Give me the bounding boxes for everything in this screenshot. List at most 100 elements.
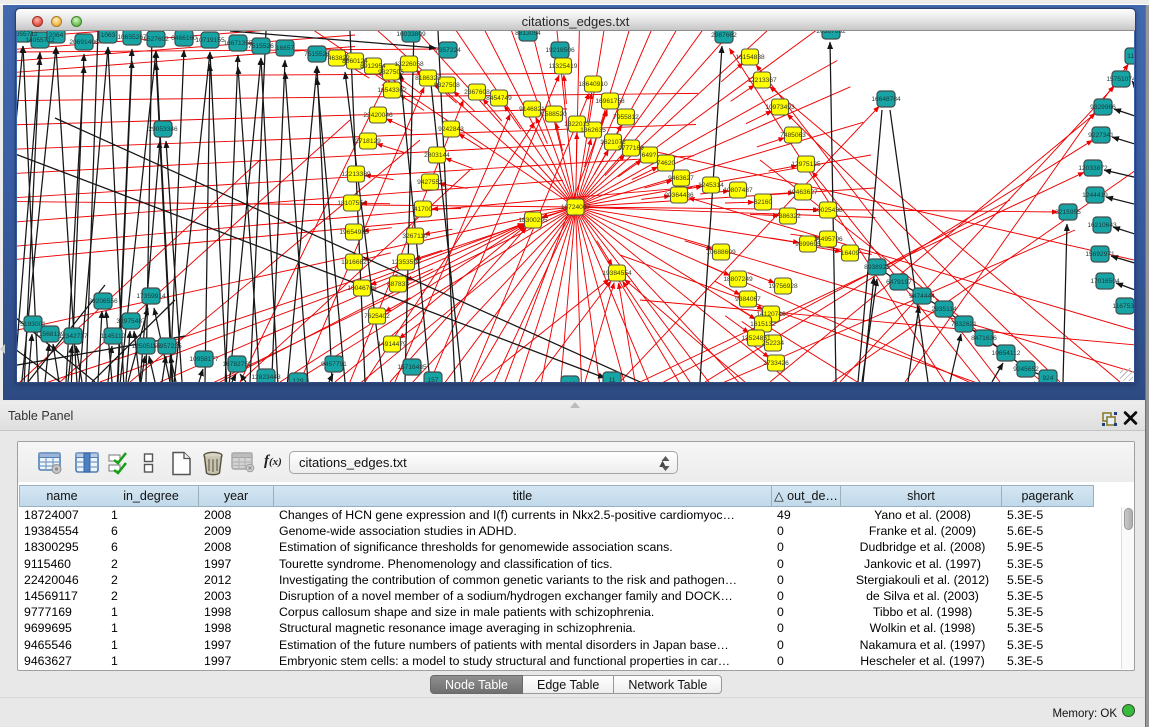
svg-text:16782759: 16782759 (222, 361, 252, 368)
svg-text:9427552: 9427552 (417, 179, 443, 186)
svg-text:16648784: 16648784 (871, 96, 901, 103)
svg-text:252234: 252234 (762, 340, 784, 347)
svg-text:1245314: 1245314 (698, 182, 724, 189)
svg-text:12342737: 12342737 (58, 333, 88, 340)
svg-text:10025438: 10025438 (813, 207, 843, 214)
svg-text:12975125: 12975125 (791, 161, 821, 168)
svg-text:18807249: 18807249 (723, 276, 753, 283)
svg-text:10688609: 10688609 (706, 249, 736, 256)
svg-text:15692971: 15692971 (1085, 251, 1115, 258)
svg-text:2935114: 2935114 (931, 306, 957, 313)
svg-text:9245652: 9245652 (1013, 366, 1039, 373)
svg-text:9474444: 9474444 (909, 293, 935, 300)
svg-text:12823443: 12823443 (251, 374, 281, 381)
svg-text:7832621: 7832621 (951, 321, 977, 328)
svg-text:9329966: 9329966 (1090, 104, 1116, 111)
svg-text:8813054: 8813054 (515, 31, 541, 37)
svg-text:20691406: 20691406 (69, 39, 99, 46)
svg-text:7357224: 7357224 (435, 47, 461, 54)
svg-text:2803144: 2803144 (424, 152, 450, 159)
svg-text:18107554: 18107554 (337, 200, 367, 207)
svg-text:8454749: 8454749 (486, 95, 512, 102)
svg-text:2987662: 2987662 (711, 32, 737, 39)
svg-text:7515526: 7515526 (248, 43, 274, 50)
svg-text:2733426: 2733426 (763, 360, 789, 367)
svg-text:74620: 74620 (657, 160, 676, 167)
svg-text:649?: 649? (642, 152, 657, 159)
svg-text:14914479: 14914479 (377, 341, 407, 348)
svg-text:20387682: 20387682 (816, 31, 846, 35)
svg-text:887833: 887833 (387, 281, 409, 288)
svg-text:19384554: 19384554 (602, 270, 632, 277)
svg-text:11: 11 (609, 377, 616, 382)
svg-text:2718129: 2718129 (355, 138, 381, 145)
svg-text:10654112: 10654112 (992, 350, 1021, 357)
svg-text:41700: 41700 (414, 206, 433, 213)
svg-text:1063: 1063 (101, 32, 116, 39)
svg-text:9699695: 9699695 (795, 241, 821, 248)
svg-text:29053346: 29053346 (148, 126, 178, 133)
svg-text:129: 129 (292, 378, 303, 382)
svg-text:18640910: 18640910 (578, 81, 608, 88)
svg-text:9227341: 9227341 (1088, 132, 1114, 139)
svg-text:1527602: 1527602 (143, 36, 169, 43)
svg-text:19463627: 19463627 (788, 189, 818, 196)
svg-text:10807487: 10807487 (723, 187, 753, 194)
svg-text:1588520: 1588520 (541, 111, 567, 118)
svg-text:7625402: 7625402 (364, 313, 390, 320)
svg-text:17016504: 17016504 (1090, 278, 1120, 285)
svg-text:20206556: 20206556 (88, 298, 118, 305)
svg-text:3215955: 3215955 (1055, 209, 1081, 216)
svg-text:2064: 2064 (49, 32, 64, 39)
svg-text:11325419: 11325419 (549, 63, 578, 70)
svg-text:17957225: 17957225 (152, 343, 182, 350)
svg-text:16657: 16657 (276, 45, 295, 52)
svg-text:5193001: 5193001 (20, 321, 46, 328)
svg-text:8938923: 8938923 (864, 264, 890, 271)
svg-text:20364436: 20364436 (664, 192, 694, 199)
svg-text:9777169: 9777169 (618, 145, 644, 152)
svg-text:16033809: 16033809 (396, 31, 426, 38)
svg-text:1244419: 1244419 (1082, 192, 1108, 199)
svg-text:9384067: 9384067 (735, 296, 761, 303)
svg-text:1167534: 1167534 (1112, 303, 1134, 310)
svg-text:16543362: 16543362 (377, 87, 407, 94)
svg-text:19756928: 19756928 (768, 283, 798, 290)
svg-text:9327505: 9327505 (378, 69, 404, 76)
svg-text:924: 924 (1042, 375, 1053, 382)
svg-text:8471636: 8471636 (971, 335, 997, 342)
svg-text:10719155: 10719155 (195, 37, 225, 44)
svg-text:9327508: 9327508 (434, 82, 460, 89)
svg-text:16961758: 16961758 (595, 98, 625, 105)
svg-text:1145119: 1145119 (101, 333, 126, 340)
svg-text:7386322: 7386322 (775, 213, 801, 220)
svg-text:13226058: 13226058 (394, 61, 424, 68)
svg-text:18300295: 18300295 (518, 217, 548, 224)
svg-text:1362635: 1362635 (580, 127, 606, 134)
svg-text:15716485: 15716485 (397, 364, 427, 371)
svg-text:6479197: 6479197 (886, 279, 912, 286)
svg-text:15751074: 15751074 (1106, 76, 1134, 83)
svg-text:19654985: 19654985 (339, 229, 369, 236)
svg-text:3267110: 3267110 (402, 233, 428, 240)
svg-text:62160: 62160 (754, 199, 773, 206)
svg-text:22420046: 22420046 (363, 112, 393, 119)
svg-text:9457791: 9457791 (321, 361, 347, 368)
svg-text:10958177: 10958177 (189, 356, 219, 363)
svg-text:157: 157 (427, 377, 438, 382)
svg-text:12353594: 12353594 (391, 259, 421, 266)
svg-text:12033872: 12033872 (1078, 165, 1108, 172)
svg-text:146: 146 (564, 381, 575, 382)
svg-text:19218506: 19218506 (545, 47, 575, 54)
svg-text:1615132: 1615132 (750, 321, 776, 328)
svg-text:12213367: 12213367 (747, 77, 777, 84)
svg-text:14120746: 14120746 (756, 311, 786, 318)
svg-text:7485063: 7485063 (780, 132, 806, 139)
svg-text:18724007: 18724007 (561, 204, 591, 211)
svg-text:1117: 1117 (1127, 53, 1134, 60)
svg-text:8186328: 8186328 (415, 75, 441, 82)
svg-text:17359914: 17359914 (136, 293, 166, 300)
svg-text:1916682: 1916682 (341, 259, 367, 266)
svg-text:12213389: 12213389 (341, 171, 371, 178)
svg-text:10046706: 10046706 (347, 285, 377, 292)
